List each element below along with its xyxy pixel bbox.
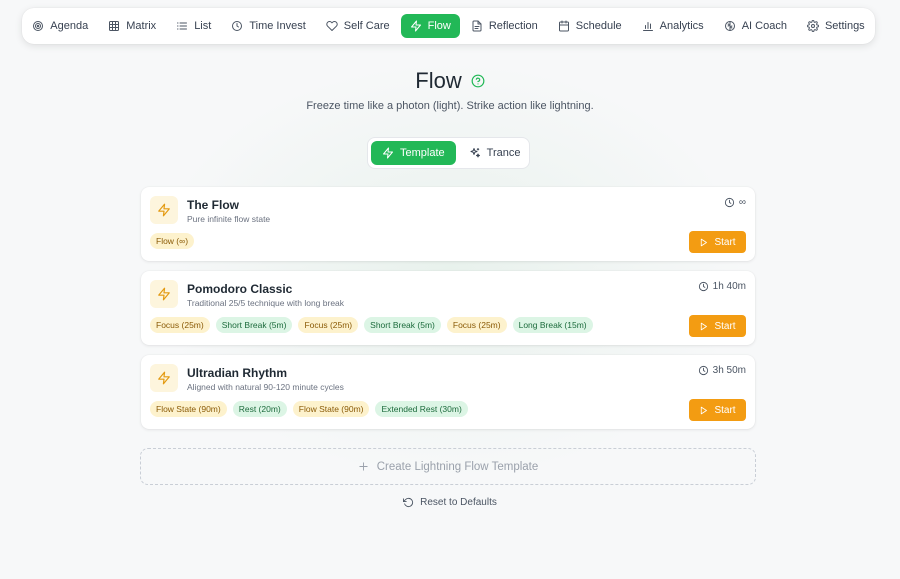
nav-item-matrix[interactable]: Matrix (99, 14, 165, 38)
nav-item-settings[interactable]: Settings (798, 14, 874, 38)
phase-badge: Extended Rest (30m) (375, 401, 468, 417)
template-description: Traditional 25/5 technique with long bre… (187, 298, 345, 308)
page-subtitle: Freeze time like a photon (light). Strik… (306, 100, 594, 112)
nav-item-label: Time Invest (249, 20, 306, 32)
template-description: Aligned with natural 90-120 minute cycle… (187, 382, 344, 392)
calendar-icon (558, 20, 569, 32)
phase-badge: Long Break (15m) (512, 317, 593, 333)
phase-badge: Short Break (5m) (364, 317, 441, 333)
phase-badge: Focus (25m) (150, 317, 210, 333)
heart-icon (326, 20, 338, 31)
template-duration: 3h 50m (698, 365, 746, 376)
brain-icon (724, 21, 735, 31)
nav-item-label: List (194, 20, 212, 32)
template-icon (150, 364, 178, 392)
nav-item-schedule[interactable]: Schedule (549, 14, 631, 38)
create-template-button[interactable]: Create Lightning Flow Template (140, 448, 756, 485)
rotate-ccw-icon (403, 497, 414, 508)
help-circle-icon[interactable] (471, 74, 485, 88)
nav-item-time-invest[interactable]: Time Invest (222, 14, 314, 38)
template-icon (150, 280, 178, 308)
nav-item-label: Schedule (575, 20, 622, 32)
create-template-label: Create Lightning Flow Template (376, 460, 539, 473)
lightning-icon (158, 371, 170, 385)
nav-item-label: Flow (427, 20, 451, 32)
reset-row: Reset to Defaults (0, 497, 900, 508)
document-icon (472, 20, 482, 32)
template-card-the-flow: The Flow Pure infinite flow state ∞ Flow… (141, 187, 755, 261)
lightning-icon (158, 287, 170, 301)
template-name: Ultradian Rhythm (187, 366, 288, 380)
phase-badge: Focus (25m) (298, 317, 359, 333)
template-card-pomodoro-classic: Pomodoro Classic Traditional 25/5 techni… (141, 271, 755, 345)
duration-value: ∞ (738, 197, 746, 208)
phase-list: Flow (∞) (150, 233, 195, 249)
target-icon (33, 21, 44, 31)
template-name: Pomodoro Classic (187, 282, 293, 296)
phase-badge: Short Break (5m) (215, 317, 293, 333)
nav-item-analytics[interactable]: Analytics (633, 14, 713, 38)
phase-badge: Flow (∞) (150, 233, 195, 249)
nav-item-flow[interactable]: Flow (400, 14, 460, 38)
nav-item-label: Matrix (126, 20, 157, 32)
plus-icon (359, 462, 368, 471)
duration-value: 1h 40m (712, 281, 746, 292)
phase-list: Focus (25m) Short Break (5m) Focus (25m)… (150, 317, 593, 333)
template-card-ultradian-rhythm: Ultradian Rhythm Aligned with natural 90… (141, 355, 755, 429)
start-button[interactable]: Start (689, 315, 746, 337)
clock-icon (232, 21, 243, 31)
phase-list: Flow State (90m) Rest (20m) Flow State (… (150, 401, 468, 417)
trance-mode-button[interactable]: Trance (458, 141, 532, 165)
nav-item-self-care[interactable]: Self Care (317, 14, 399, 38)
clock-icon (698, 365, 708, 376)
nav-item-label: Self Care (343, 20, 390, 32)
reset-defaults-label: Reset to Defaults (420, 497, 497, 508)
mode-toggle: Template Trance (367, 137, 530, 169)
nav-item-list[interactable]: List (167, 14, 220, 38)
start-label: Start (714, 404, 736, 416)
start-label: Start (714, 320, 736, 332)
template-icon (150, 196, 178, 224)
lightning-icon (383, 147, 393, 159)
reset-defaults-button[interactable]: Reset to Defaults (403, 497, 497, 508)
nav-item-label: AI Coach (741, 20, 787, 32)
play-icon (701, 238, 708, 246)
play-icon (701, 322, 708, 330)
start-button[interactable]: Start (689, 399, 746, 421)
lightning-icon (158, 203, 170, 217)
nav-item-agenda[interactable]: Agenda (23, 14, 97, 38)
sparkles-icon (470, 148, 480, 158)
gear-icon (806, 20, 819, 32)
nav-item-reflection[interactable]: Reflection (462, 14, 547, 38)
duration-value: 3h 50m (712, 365, 746, 376)
play-icon (701, 406, 708, 414)
nav-item-label: Analytics (659, 20, 704, 32)
phase-badge: Rest (20m) (232, 401, 287, 417)
trance-mode-label: Trance (486, 147, 521, 159)
template-mode-button[interactable]: Template (371, 141, 456, 165)
bar-chart-icon (642, 22, 653, 31)
clock-icon (698, 281, 708, 292)
phase-badge: Flow State (90m) (150, 401, 227, 417)
top-navigation: Agenda Matrix List Time Invest Self Care… (22, 8, 875, 44)
phase-badge: Flow State (90m) (292, 401, 370, 417)
template-mode-label: Template (400, 147, 445, 159)
template-description: Pure infinite flow state (187, 214, 271, 224)
start-button[interactable]: Start (689, 231, 746, 253)
nav-item-label: Agenda (50, 20, 89, 32)
template-duration: 1h 40m (698, 281, 746, 292)
template-name: The Flow (187, 198, 239, 212)
clock-icon (724, 197, 734, 208)
page-header: Flow (0, 68, 900, 94)
list-icon (177, 22, 188, 30)
lightning-icon (410, 20, 421, 32)
template-duration: ∞ (724, 197, 746, 208)
nav-item-label: Reflection (488, 20, 538, 32)
nav-item-label: Settings (824, 20, 865, 32)
nav-item-ai-coach[interactable]: AI Coach (715, 14, 796, 38)
phase-badge: Focus (25m) (446, 317, 507, 333)
grid-icon (109, 21, 120, 31)
start-label: Start (714, 236, 736, 248)
page-title: Flow (415, 68, 462, 93)
